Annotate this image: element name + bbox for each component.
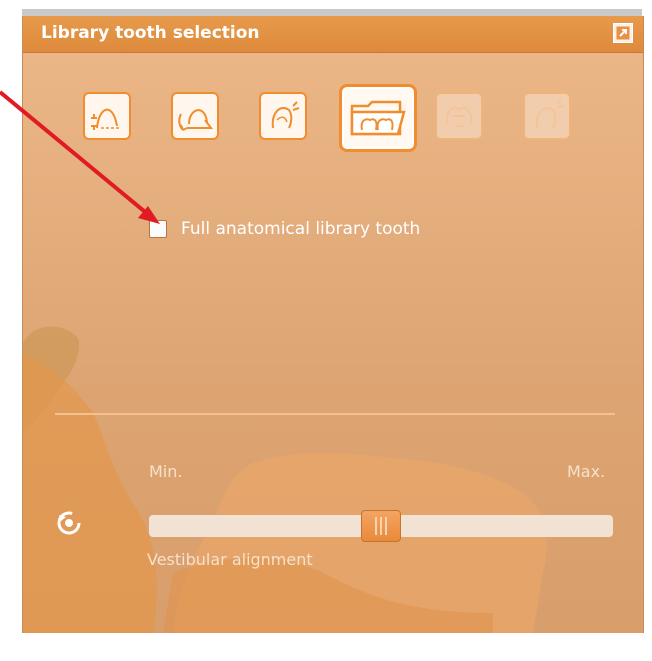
- library-tooth-selection-panel: Library tooth selection Full anatomical …: [22, 16, 644, 633]
- full-anatomical-checkbox[interactable]: [149, 220, 167, 238]
- slider-min-label: Min.: [149, 462, 183, 481]
- tooth-connector-icon: [445, 106, 473, 127]
- panel-title: Library tooth selection: [41, 23, 260, 43]
- library-folder-icon: [350, 100, 406, 136]
- panel-titlebar: Library tooth selection: [23, 16, 643, 53]
- tooth-scale-button[interactable]: [523, 92, 571, 140]
- library-folder-button[interactable]: [339, 84, 417, 152]
- full-anatomical-option: Full anatomical library tooth: [149, 219, 420, 239]
- vestibular-alignment-label: Vestibular alignment: [147, 550, 313, 569]
- vestibular-alignment-slider[interactable]: [149, 510, 613, 542]
- rotate-tooth-icon: [178, 109, 213, 131]
- tool-buttons: [83, 82, 603, 162]
- cervical-margin-icon: [91, 108, 121, 130]
- cervical-margin-button[interactable]: [83, 92, 131, 140]
- tooth-adapt-button[interactable]: [259, 92, 307, 140]
- reset-rotate-icon[interactable]: [55, 509, 83, 537]
- tooth-scale-icon: [535, 99, 564, 129]
- section-divider: [55, 413, 615, 415]
- tooth-connector-button[interactable]: [435, 92, 483, 140]
- full-anatomical-label: Full anatomical library tooth: [181, 219, 421, 239]
- expand-arrow-icon[interactable]: [613, 23, 633, 43]
- slider-max-label: Max.: [567, 462, 606, 481]
- slider-thumb[interactable]: [361, 510, 401, 542]
- rotate-tooth-button[interactable]: [171, 92, 219, 140]
- tooth-adapt-icon: [271, 101, 300, 129]
